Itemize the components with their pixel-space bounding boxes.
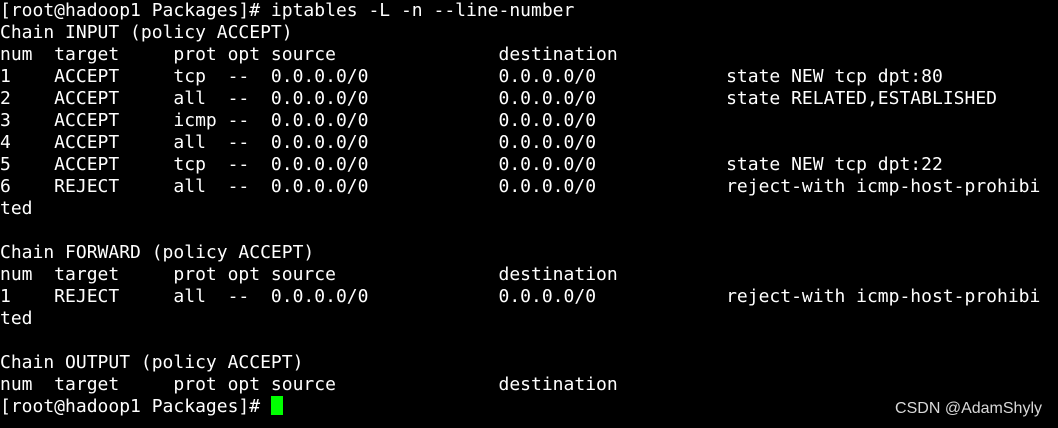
terminal-line: num target prot opt source destination: [0, 44, 618, 65]
terminal-window[interactable]: [root@hadoop1 Packages]# iptables -L -n …: [0, 0, 1058, 428]
terminal-line: 2 ACCEPT all -- 0.0.0.0/0 0.0.0.0/0 stat…: [0, 88, 997, 109]
terminal-line: ted: [0, 308, 33, 329]
terminal-line: num target prot opt source destination: [0, 264, 618, 285]
terminal-line: 1 REJECT all -- 0.0.0.0/0 0.0.0.0/0 reje…: [0, 286, 1041, 307]
terminal-line: 1 ACCEPT tcp -- 0.0.0.0/0 0.0.0.0/0 stat…: [0, 66, 943, 87]
terminal-line: 4 ACCEPT all -- 0.0.0.0/0 0.0.0.0/0: [0, 132, 597, 153]
terminal-line: 5 ACCEPT tcp -- 0.0.0.0/0 0.0.0.0/0 stat…: [0, 154, 943, 175]
terminal-line: num target prot opt source destination: [0, 374, 618, 395]
terminal-line: 6 REJECT all -- 0.0.0.0/0 0.0.0.0/0 reje…: [0, 176, 1041, 197]
terminal-line: Chain OUTPUT (policy ACCEPT): [0, 352, 304, 373]
terminal-prompt: [root@hadoop1 Packages]#: [0, 396, 271, 417]
terminal-cursor: [270, 396, 283, 415]
terminal-line: 3 ACCEPT icmp -- 0.0.0.0/0 0.0.0.0/0: [0, 110, 597, 131]
terminal-line: Chain INPUT (policy ACCEPT): [0, 22, 293, 43]
terminal-line: [root@hadoop1 Packages]# iptables -L -n …: [0, 0, 575, 21]
watermark: CSDN @AdamShyly: [895, 400, 1042, 417]
terminal-line: ted: [0, 198, 33, 219]
terminal-line: Chain FORWARD (policy ACCEPT): [0, 242, 315, 263]
